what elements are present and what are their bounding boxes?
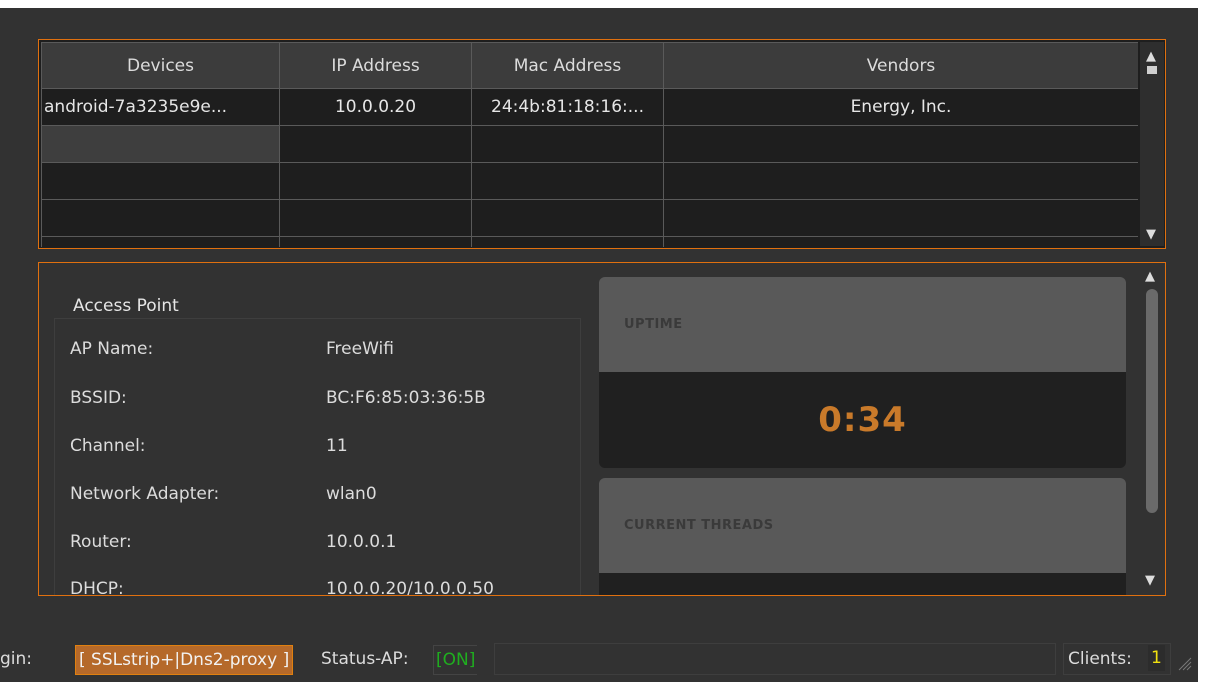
clients-count: 1 xyxy=(1148,645,1165,671)
cell-empty[interactable] xyxy=(663,199,1138,237)
devices-table-wrap: Devices IP Address Mac Address Vendors a… xyxy=(41,42,1138,247)
column-header-mac-address[interactable]: Mac Address xyxy=(471,42,664,89)
scroll-down-arrow-icon[interactable]: ▼ xyxy=(1145,573,1155,588)
status-bar: gin: [ SSLstrip+|Dns2-proxy ] Status-AP:… xyxy=(0,641,1198,677)
devices-table-scrollbar[interactable]: ▲ ▼ xyxy=(1140,42,1164,246)
uptime-card-header: UPTIME xyxy=(599,277,1126,372)
cell-empty-selected[interactable] xyxy=(41,125,280,163)
current-threads-card-header: CURRENT THREADS xyxy=(599,478,1126,573)
column-header-vendors[interactable]: Vendors xyxy=(663,42,1138,89)
cell-empty[interactable] xyxy=(279,162,472,200)
ap-name-label: AP Name: xyxy=(70,339,154,359)
cell-empty[interactable] xyxy=(471,162,664,200)
cell-empty[interactable] xyxy=(41,236,280,247)
cell-empty[interactable] xyxy=(471,199,664,237)
plugin-label: gin: xyxy=(0,649,33,669)
channel-value: 11 xyxy=(326,436,348,456)
scroll-up-arrow-icon[interactable]: ▲ xyxy=(1145,269,1155,284)
cell-mac-address[interactable]: 24:4b:81:18:16:... xyxy=(471,88,664,126)
status-ap-label: Status-AP: xyxy=(321,649,409,669)
column-header-devices[interactable]: Devices xyxy=(41,42,280,89)
current-threads-card-body xyxy=(599,573,1126,595)
router-value: 10.0.0.1 xyxy=(326,532,397,552)
table-row[interactable]: android-7a3235e9e... 10.0.0.20 24:4b:81:… xyxy=(41,88,1138,126)
current-threads-title: CURRENT THREADS xyxy=(624,518,774,533)
scrollbar-thumb[interactable] xyxy=(1146,289,1158,513)
cell-empty[interactable] xyxy=(279,199,472,237)
bssid-value: BC:F6:85:03:36:5B xyxy=(326,388,486,408)
network-adapter-value: wlan0 xyxy=(326,484,377,504)
cell-empty[interactable] xyxy=(279,125,472,163)
devices-table-panel: Devices IP Address Mac Address Vendors a… xyxy=(38,39,1166,249)
channel-label: Channel: xyxy=(70,436,146,456)
cell-empty[interactable] xyxy=(41,199,280,237)
cell-ip-address[interactable]: 10.0.0.20 xyxy=(279,88,472,126)
access-point-title: Access Point xyxy=(71,296,181,316)
uptime-card-body: 0:34 xyxy=(599,372,1126,468)
bssid-label: BSSID: xyxy=(70,388,127,408)
cell-empty[interactable] xyxy=(471,125,664,163)
cell-device[interactable]: android-7a3235e9e... xyxy=(41,88,280,126)
table-row[interactable] xyxy=(41,125,1138,163)
status-ap-badge: [ON] xyxy=(433,645,478,675)
scroll-up-arrow-icon[interactable]: ▲ xyxy=(1146,50,1156,63)
cell-empty[interactable] xyxy=(663,125,1138,163)
current-threads-card: CURRENT THREADS xyxy=(599,478,1126,595)
column-header-ip-address[interactable]: IP Address xyxy=(279,42,472,89)
cell-empty[interactable] xyxy=(471,236,664,247)
table-row[interactable] xyxy=(41,236,1138,247)
cell-empty[interactable] xyxy=(663,236,1138,247)
cell-empty[interactable] xyxy=(279,236,472,247)
uptime-value: 0:34 xyxy=(818,400,907,440)
ap-name-value: FreeWifi xyxy=(326,339,394,359)
window-right-edge xyxy=(1198,0,1214,682)
cell-empty[interactable] xyxy=(663,162,1138,200)
clients-label: Clients: xyxy=(1068,649,1132,669)
cell-vendor[interactable]: Energy, Inc. xyxy=(663,88,1138,126)
status-message-field xyxy=(494,643,1056,675)
plugin-badge: [ SSLstrip+|Dns2-proxy ] xyxy=(75,645,294,675)
resize-grip-icon[interactable] xyxy=(1176,655,1192,671)
uptime-title: UPTIME xyxy=(624,317,683,332)
table-row[interactable] xyxy=(41,162,1138,200)
dhcp-value: 10.0.0.20/10.0.0.50 xyxy=(326,579,494,596)
table-header-row: Devices IP Address Mac Address Vendors xyxy=(41,42,1138,89)
devices-table: Devices IP Address Mac Address Vendors a… xyxy=(41,42,1138,247)
scrollbar-thumb[interactable] xyxy=(1147,66,1157,74)
cell-empty[interactable] xyxy=(41,162,280,200)
uptime-card: UPTIME 0:34 xyxy=(599,277,1126,468)
table-row[interactable] xyxy=(41,199,1138,237)
scroll-down-arrow-icon[interactable]: ▼ xyxy=(1146,228,1156,241)
window-top-edge xyxy=(0,0,1214,8)
dhcp-label: DHCP: xyxy=(70,579,124,596)
network-adapter-label: Network Adapter: xyxy=(70,484,220,504)
info-panel-scrollbar[interactable]: ▲ ▼ xyxy=(1141,265,1163,593)
router-label: Router: xyxy=(70,532,132,552)
info-panel: Access Point AP Name: FreeWifi BSSID: BC… xyxy=(38,262,1166,596)
